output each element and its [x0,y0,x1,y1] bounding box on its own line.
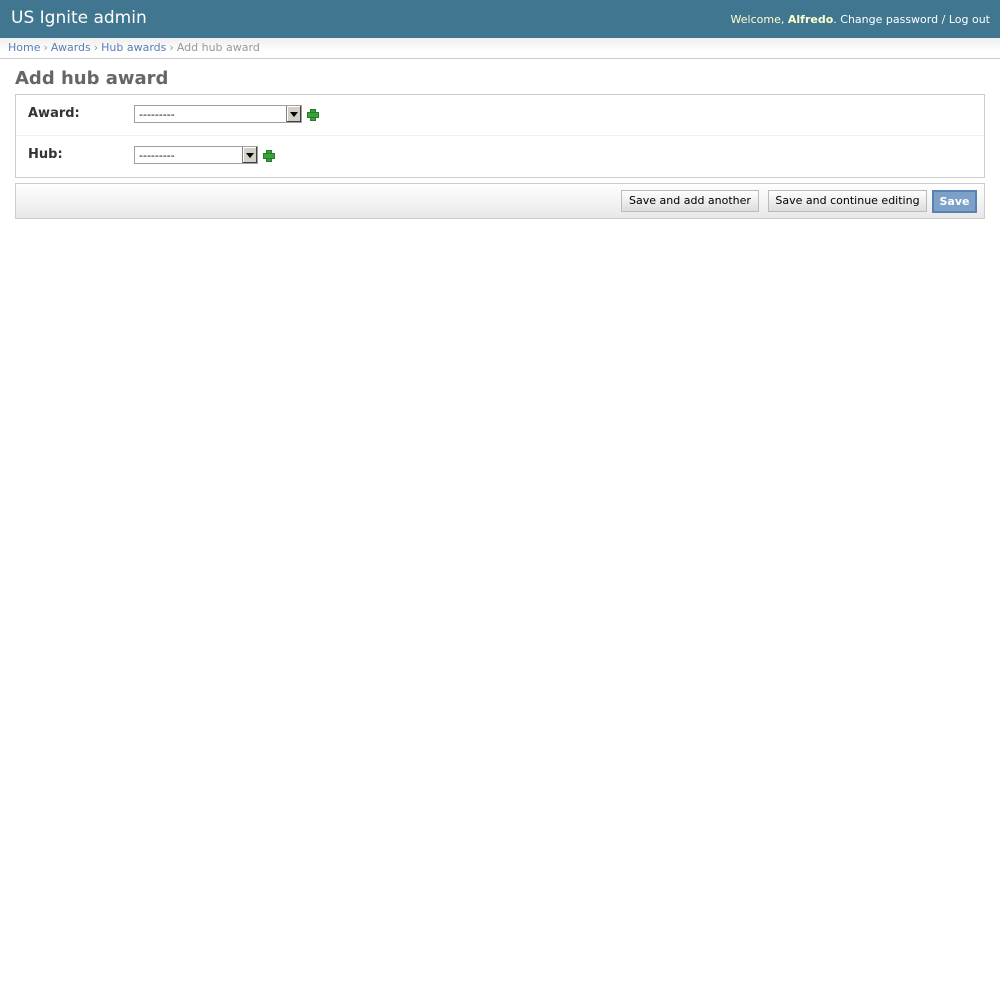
add-icon[interactable] [308,110,318,120]
user-tools-separator: / [941,13,946,26]
log-out-link[interactable]: Log out [949,13,990,26]
hub-label: Hub: [28,147,63,162]
award-select-value: --------- [139,108,175,121]
username-suffix: . [833,13,837,26]
breadcrumb-separator: › [43,41,48,54]
form-row-hub: Hub: --------- [16,136,984,177]
breadcrumb-current: Add hub award [176,41,260,54]
site-name[interactable]: US Ignite admin [11,8,147,28]
breadcrumb-separator: › [169,41,174,54]
chevron-down-icon[interactable] [286,106,301,122]
hub-select-value: --------- [139,149,175,162]
breadcrumb: Home › Awards › Hub awards › Add hub award [0,38,1000,59]
save-and-continue-button[interactable]: Save and continue editing [768,190,927,212]
hub-select[interactable]: --------- [134,146,258,164]
user-tools: Welcome, Alfredo. Change password / Log … [731,13,990,26]
page-title: Add hub award [15,68,169,89]
breadcrumb-hub-awards[interactable]: Hub awards [101,41,166,54]
breadcrumb-separator: › [93,41,99,54]
username: Alfredo [787,13,834,26]
submit-row: Save and add another Save and continue e… [15,183,985,219]
add-icon[interactable] [264,151,274,161]
change-password-link[interactable]: Change password [840,13,938,26]
form-row-award: Award: --------- [16,95,984,136]
save-button[interactable]: Save [932,190,977,213]
award-select[interactable]: --------- [134,105,302,123]
save-and-add-another-button[interactable]: Save and add another [621,190,759,212]
header: US Ignite admin Welcome, Alfredo. Change… [0,0,1000,38]
award-label: Award: [28,106,80,121]
welcome-label: Welcome, [730,13,785,26]
breadcrumb-awards[interactable]: Awards [51,41,91,54]
form-fieldset: Award: --------- Hub: --------- [15,94,985,178]
chevron-down-icon[interactable] [242,147,257,163]
breadcrumb-home[interactable]: Home [8,41,40,54]
